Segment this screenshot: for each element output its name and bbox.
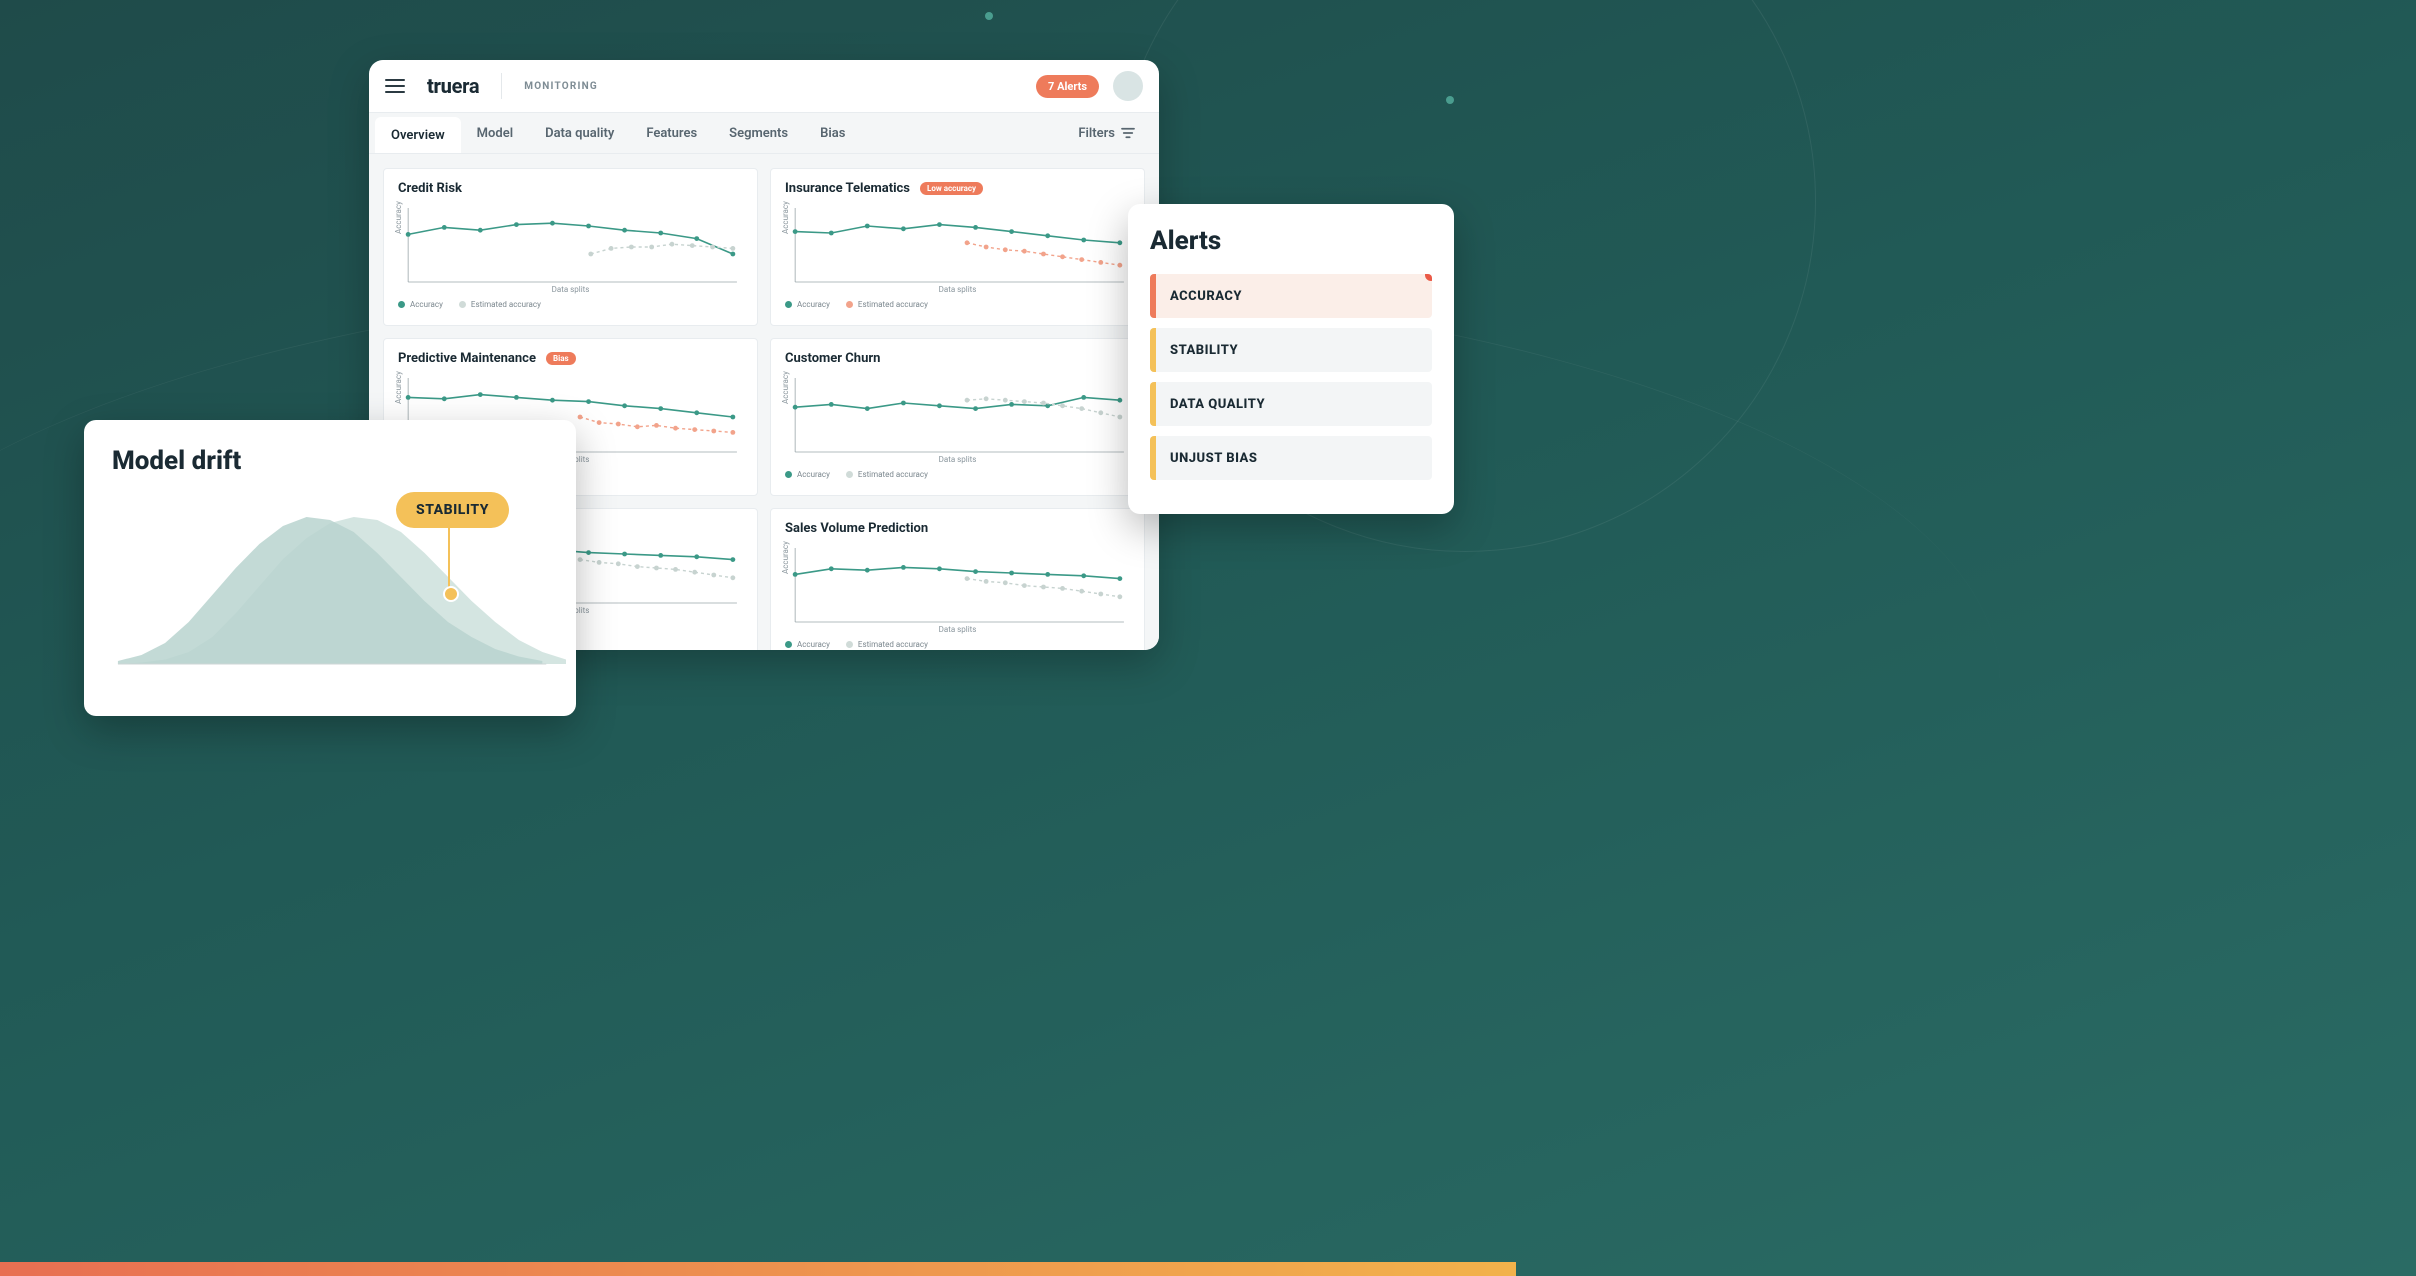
alert-label: STABILITY	[1170, 343, 1238, 358]
tab-model[interactable]: Model	[461, 113, 529, 153]
alert-row-stability[interactable]: STABILITY	[1150, 328, 1432, 372]
tab-features[interactable]: Features	[630, 113, 713, 153]
mini-chart: AccuracyData splits	[785, 370, 1130, 462]
section-label: MONITORING	[524, 81, 598, 92]
drift-chart: STABILITY	[112, 482, 576, 682]
tab-segments[interactable]: Segments	[713, 113, 804, 153]
mini-chart: AccuracyData splits	[785, 540, 1130, 632]
mini-chart: AccuracyData splits	[785, 200, 1130, 292]
chart-legend: AccuracyEstimated accuracy	[785, 640, 1130, 649]
alert-label: DATA QUALITY	[1170, 397, 1265, 412]
alert-row-accuracy[interactable]: ACCURACY	[1150, 274, 1432, 318]
brand-logo: truera	[427, 74, 479, 98]
stability-badge[interactable]: STABILITY	[396, 492, 509, 528]
app-header: truera MONITORING 7 Alerts	[369, 60, 1159, 113]
model-card[interactable]: Sales Volume Prediction AccuracyData spli…	[770, 508, 1145, 650]
tab-data-quality[interactable]: Data quality	[529, 113, 630, 153]
menu-icon[interactable]	[385, 79, 405, 93]
model-card[interactable]: Customer Churn AccuracyData splits Accurac…	[770, 338, 1145, 496]
tabs-bar: Overview Model Data quality Features Seg…	[369, 113, 1159, 154]
tab-overview[interactable]: Overview	[375, 117, 461, 153]
tab-bias[interactable]: Bias	[804, 113, 861, 153]
chart-legend: AccuracyEstimated accuracy	[398, 300, 743, 309]
alerts-pill[interactable]: 7 Alerts	[1036, 75, 1099, 98]
model-card[interactable]: Insurance Telematics Low accuracy Accuracy…	[770, 168, 1145, 326]
card-title: Predictive Maintenance	[398, 351, 536, 366]
card-title: Customer Churn	[785, 351, 880, 366]
alerts-panel: Alerts ACCURACY STABILITY DATA QUALITY UNJU…	[1128, 204, 1454, 514]
card-badge: Bias	[546, 352, 576, 365]
alert-label: UNJUST BIAS	[1170, 451, 1257, 466]
alert-indicator-icon	[1425, 274, 1432, 281]
alert-label: ACCURACY	[1170, 289, 1242, 304]
card-title: Credit Risk	[398, 181, 462, 196]
card-title: Insurance Telematics	[785, 181, 910, 196]
alerts-title: Alerts	[1150, 226, 1432, 256]
alert-row-unjust-bias[interactable]: UNJUST BIAS	[1150, 436, 1432, 480]
card-badge: Low accuracy	[920, 182, 983, 195]
filter-icon	[1121, 127, 1135, 139]
mini-chart: AccuracyData splits	[398, 200, 743, 292]
model-drift-card: Model drift STABILITY	[84, 420, 576, 716]
stability-marker-icon	[443, 586, 459, 602]
chart-legend: AccuracyEstimated accuracy	[785, 300, 1130, 309]
alerts-list: ACCURACY STABILITY DATA QUALITY UNJUST BIAS	[1150, 274, 1432, 480]
card-title: Sales Volume Prediction	[785, 521, 928, 536]
drift-title: Model drift	[112, 446, 576, 476]
chart-legend: AccuracyEstimated accuracy	[785, 470, 1130, 479]
model-card[interactable]: Credit Risk AccuracyData splits AccuracyEs…	[383, 168, 758, 326]
filters-button[interactable]: Filters	[1060, 113, 1153, 153]
alert-row-data-quality[interactable]: DATA QUALITY	[1150, 382, 1432, 426]
avatar[interactable]	[1113, 71, 1143, 101]
